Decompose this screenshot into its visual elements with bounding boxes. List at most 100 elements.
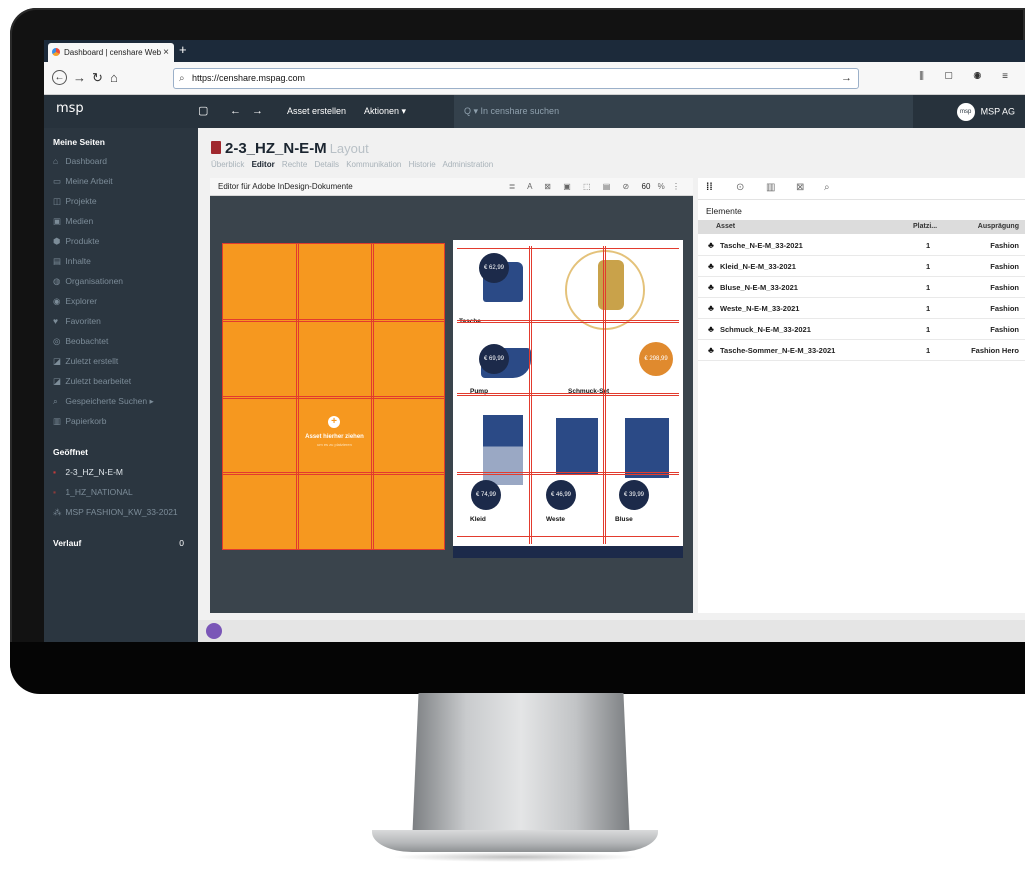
open-item-label: 1_HZ_NATIONAL (65, 487, 133, 497)
drop-label: Asset hierher ziehen (305, 434, 364, 440)
sidebar-item-favorites[interactable]: ♥ Favoriten (53, 316, 101, 326)
browser-tab[interactable]: Dashboard | censhare Web × (48, 43, 174, 62)
sidebar-item-trash[interactable]: ▥ Papierkorb (53, 416, 106, 427)
column-variant[interactable]: Ausprägung (978, 220, 1019, 234)
layout-page[interactable]: € 62,99 € 69,99 € 298,99 € 74,99 € 46,99… (453, 240, 683, 558)
zoom-value[interactable]: 60 (642, 182, 651, 191)
home-icon: ⌂ (53, 156, 59, 166)
go-arrow-icon[interactable]: → (841, 69, 852, 88)
links-tab-icon[interactable]: ⊙ (736, 182, 744, 193)
back-arrow-icon[interactable]: ← (230, 95, 241, 128)
add-asset-icon[interactable]: + (328, 416, 340, 428)
tab-history[interactable]: Historie (409, 160, 436, 169)
home-button[interactable]: ⌂ (110, 70, 118, 85)
browser-navbar: ← → ↻ ⌂ ⌕ https://censhare.mspag.com → ⫼… (44, 62, 1025, 95)
history-count: 0 (179, 538, 184, 548)
censhare-favicon-icon (52, 48, 60, 56)
tab-title: Dashboard | censhare Web (64, 48, 162, 57)
column-placement[interactable]: Platzi... (913, 220, 937, 234)
clipboard-tab-icon[interactable]: ▥ (766, 182, 775, 193)
create-asset-button[interactable]: Asset erstellen (287, 95, 346, 128)
history-heading[interactable]: Verlauf (53, 538, 81, 548)
tab-editor[interactable]: Editor (252, 160, 275, 169)
new-tab-button[interactable]: + (179, 42, 187, 57)
indesign-editor[interactable]: Editor für Adobe InDesign-Dokumente ≣ A … (210, 178, 693, 613)
product-label: Weste (546, 516, 566, 523)
sidebar-item-explorer[interactable]: ◉ Explorer (53, 296, 97, 307)
column-asset[interactable]: Asset (716, 220, 735, 234)
sidebar-item-label: Zuletzt bearbeitet (65, 376, 132, 386)
org-switcher[interactable]: msp MSP AG (956, 103, 1015, 121)
table-row[interactable]: ♣ Schmuck_N-E-M_33-2021 1 Fashion (698, 319, 1025, 340)
table-row[interactable]: ♣ Tasche-Sommer_N-E-M_33-2021 1 Fashion … (698, 340, 1025, 361)
sidebar-item-recently-created[interactable]: ◪ Zuletzt erstellt (53, 356, 118, 367)
asset-name: Tasche-Sommer_N-E-M_33-2021 (720, 346, 836, 355)
url-bar[interactable]: ⌕ https://censhare.mspag.com → (173, 68, 859, 89)
placeholder-page[interactable]: + Asset hierher ziehen um es zu platzier… (222, 243, 445, 550)
sidebar-item-saved-searches[interactable]: ⌕ Gespeicherte Suchen ▸ (53, 396, 154, 407)
table-row[interactable]: ♣ Kleid_N-E-M_33-2021 1 Fashion (698, 256, 1025, 277)
my-pages-heading: Meine Seiten (53, 137, 105, 147)
drop-sublabel: um es zu platzieren (317, 442, 352, 447)
grid-line (223, 319, 444, 320)
sidebar: Meine Seiten ⌂ Dashboard ▭ Meine Arbeit … (44, 128, 198, 642)
open-item-label: MSP FASHION_KW_33-2021 (65, 507, 178, 517)
forward-arrow-icon[interactable]: → (252, 95, 263, 128)
back-button[interactable]: ← (52, 70, 67, 85)
tab-close-icon[interactable]: × (163, 43, 169, 62)
grid-line (457, 393, 679, 394)
sidebar-item-products[interactable]: ⬢ Produkte (53, 236, 99, 247)
sidebar-item-my-work[interactable]: ▭ Meine Arbeit (53, 176, 113, 187)
placement-count: 1 (926, 262, 931, 271)
watch-image (598, 260, 624, 310)
url-text: https://censhare.mspag.com (192, 73, 306, 83)
asset-name: Weste_N-E-M_33-2021 (720, 304, 800, 313)
sidebar-item-media[interactable]: ▣ Medien (53, 216, 93, 227)
sidebar-item-content[interactable]: ▤ Inhalte (53, 256, 91, 267)
pin-icon[interactable] (206, 623, 222, 639)
sidebar-item-dashboard[interactable]: ⌂ Dashboard (53, 156, 107, 166)
sidebar-item-projects[interactable]: ◫ Projekte (53, 196, 97, 207)
sidebar-item-organisations[interactable]: ◍ Organisationen (53, 276, 123, 287)
grid-line (223, 321, 444, 322)
tab-overview[interactable]: Überblick (211, 160, 244, 169)
trash-icon: ▥ (53, 416, 62, 426)
grid-line (223, 398, 444, 399)
monitor-stand-base (372, 830, 658, 852)
browser-toolbar-icons[interactable]: ⫼ ▢ ◉ ≡ (919, 71, 1017, 82)
actions-menu-button[interactable]: Aktionen ▾ (364, 95, 406, 128)
msp-logo[interactable]: msp (56, 101, 84, 116)
content-icon: ▤ (53, 256, 62, 266)
placement-count: 1 (926, 346, 931, 355)
sidebar-item-watched[interactable]: ◎ Beobachtet (53, 336, 108, 347)
open-item[interactable]: ⁂ MSP FASHION_KW_33-2021 (53, 507, 178, 518)
elements-tab-icon[interactable]: ⁞⁞ (706, 182, 713, 193)
reload-button[interactable]: ↻ (92, 70, 103, 85)
app-header: msp ▢ ← → Asset erstellen Aktionen ▾ Q ▾… (44, 95, 1025, 128)
monitor-chin (10, 642, 1025, 694)
table-row[interactable]: ♣ Weste_N-E-M_33-2021 1 Fashion (698, 298, 1025, 319)
open-item-current[interactable]: ▪ 2-3_HZ_N-E-M (53, 467, 123, 477)
table-row[interactable]: ♣ Tasche_N-E-M_33-2021 1 Fashion (698, 235, 1025, 256)
frames-tab-icon[interactable]: ⊠ (796, 182, 804, 193)
editor-toolbar: Editor für Adobe InDesign-Dokumente ≣ A … (210, 178, 693, 196)
variant: Fashion Hero (971, 346, 1019, 355)
main-content: 2-3_HZ_N-E-M Layout Überblick Editor Rech… (198, 128, 1025, 642)
editor-tools[interactable]: ≣ A ⊠ ▣ ⬚ ▤ ⊘ (509, 182, 635, 191)
open-item[interactable]: ▪ 1_HZ_NATIONAL (53, 487, 133, 497)
price-badge: € 74,99 (471, 480, 501, 510)
table-row[interactable]: ♣ Bluse_N-E-M_33-2021 1 Fashion (698, 277, 1025, 298)
search-tab-icon[interactable]: ⌕ (824, 182, 830, 193)
grid-line (457, 395, 679, 396)
tab-details[interactable]: Details (315, 160, 339, 169)
sidebar-toggle-icon[interactable]: ▢ (198, 95, 208, 128)
editor-tool-icons[interactable]: ≣ A ⊠ ▣ ⬚ ▤ ⊘ 60 % ⋮ (509, 178, 685, 196)
global-search-input[interactable]: Q ▾ In censhare suchen (454, 95, 913, 128)
tab-communication[interactable]: Kommunikation (346, 160, 401, 169)
tab-rights[interactable]: Rechte (282, 160, 307, 169)
sidebar-item-recently-edited[interactable]: ◪ Zuletzt bearbeitet (53, 376, 131, 387)
forward-button[interactable]: → (73, 70, 86, 85)
sidebar-item-label: Explorer (65, 296, 98, 306)
tab-administration[interactable]: Administration (442, 160, 493, 169)
monitor-stand-neck (412, 693, 630, 843)
